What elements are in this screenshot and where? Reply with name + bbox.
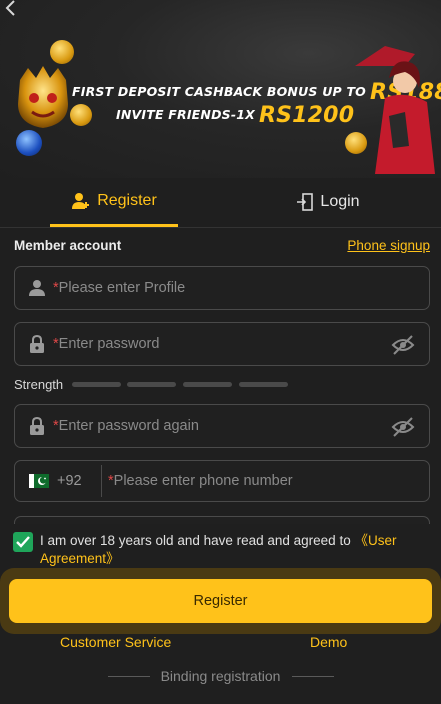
promo-banner[interactable]: FIRST DEPOSIT CASHBACK BONUS UP TORS188 … — [0, 0, 441, 178]
register-button[interactable]: Register — [9, 579, 432, 623]
strength-bar — [239, 382, 288, 387]
phone-number-input[interactable]: +92 *Please enter phone number — [14, 460, 430, 502]
coin-icon — [50, 40, 74, 64]
phone-signup-link[interactable]: Phone signup — [347, 238, 430, 253]
agreement-text: I am over 18 years old and have read and… — [40, 533, 397, 566]
strength-bar — [183, 382, 232, 387]
divider — [292, 676, 334, 677]
profile-placeholder: *Please enter Profile — [53, 280, 186, 296]
tab-divider — [0, 227, 441, 228]
demo-link[interactable]: Demo — [310, 634, 347, 650]
confirm-password-input[interactable]: *Enter password again — [14, 404, 430, 448]
eye-off-icon[interactable] — [391, 416, 415, 438]
strength-bar — [72, 382, 121, 387]
agreement-checkbox[interactable] — [13, 532, 33, 552]
coin-icon — [70, 104, 92, 126]
customer-service-link[interactable]: Customer Service — [60, 634, 171, 650]
checkmark-icon — [16, 536, 30, 548]
auth-tabs: Register Login — [0, 178, 441, 228]
confirm-password-placeholder: *Enter password again — [53, 418, 199, 434]
golden-mask-icon — [18, 66, 68, 128]
strength-label: Strength — [14, 377, 64, 392]
country-code[interactable]: +92 — [57, 473, 93, 489]
tab-register[interactable]: Register — [50, 178, 178, 227]
section-title: Member account — [14, 238, 122, 253]
user-icon — [27, 278, 47, 298]
field-separator — [101, 465, 102, 497]
eye-off-icon[interactable] — [391, 334, 415, 356]
password-placeholder: *Enter password — [53, 336, 160, 352]
phone-placeholder: *Please enter phone number — [108, 473, 293, 489]
tab-register-label: Register — [97, 192, 157, 209]
lock-icon — [27, 416, 47, 436]
heroine-character-image — [355, 46, 435, 174]
lock-icon — [27, 334, 47, 354]
add-user-icon — [72, 193, 90, 209]
binding-registration-label: Binding registration — [160, 668, 281, 684]
tab-login-label: Login — [320, 193, 360, 210]
back-arrow-icon[interactable] — [2, 0, 22, 20]
coin-icon — [16, 130, 42, 156]
next-field-partial — [14, 516, 430, 524]
profile-input[interactable]: *Please enter Profile — [14, 266, 430, 310]
banner-subheadline: INVITE FRIENDS-1X RS1200 — [116, 103, 355, 128]
login-door-icon — [297, 193, 314, 211]
pakistan-flag-icon[interactable] — [29, 474, 49, 488]
strength-bar — [127, 382, 176, 387]
password-input[interactable]: *Enter password — [14, 322, 430, 366]
tab-login[interactable]: Login — [278, 178, 378, 226]
